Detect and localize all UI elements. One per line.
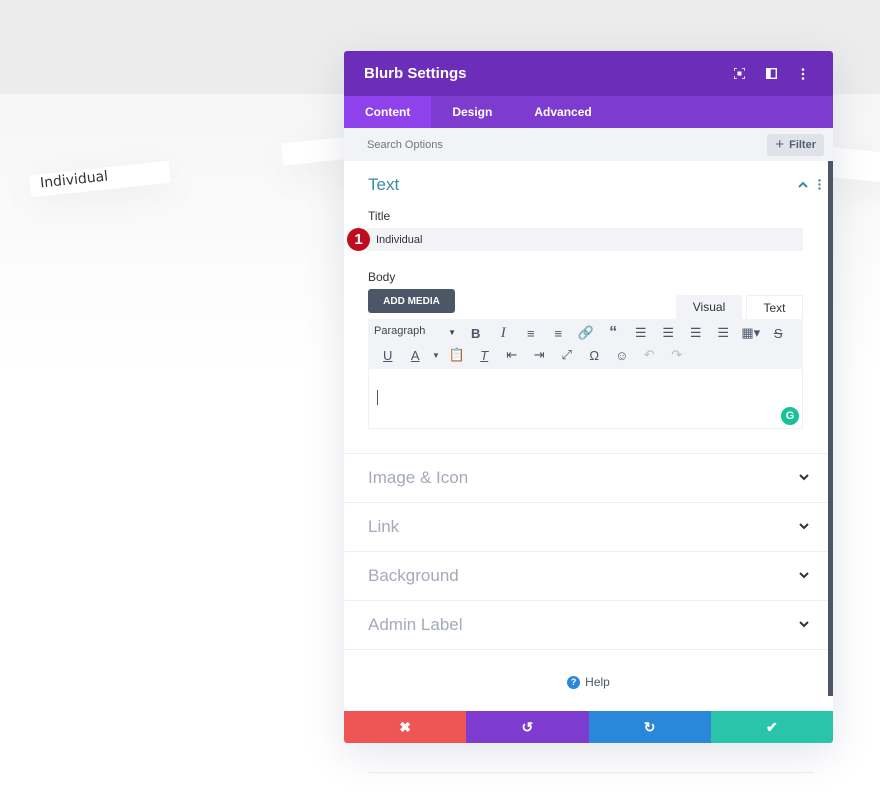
indent-icon[interactable]: ⇥ <box>526 347 554 363</box>
search-bar: + Filter <box>344 128 833 161</box>
italic-icon[interactable]: I <box>490 325 518 342</box>
title-field-label: Title <box>368 209 391 223</box>
special-character-icon[interactable]: Ω <box>581 348 609 363</box>
modal-header[interactable]: Blurb Settings <box>344 51 833 96</box>
numbered-list-icon[interactable]: ≡ <box>545 326 573 341</box>
redo-icon[interactable]: ↷ <box>663 347 691 363</box>
plus-icon: + <box>775 136 785 153</box>
close-icon: ✖ <box>399 718 411 735</box>
text-color-dropdown-icon[interactable]: ▼ <box>429 351 443 360</box>
editor-tab-text[interactable]: Text <box>746 295 803 319</box>
section-image-icon[interactable]: Image & Icon <box>344 454 833 503</box>
blockquote-icon[interactable]: “ <box>600 324 628 342</box>
editor-tab-visual[interactable]: Visual <box>676 295 742 319</box>
filter-button[interactable]: + Filter <box>767 133 824 156</box>
save-button[interactable]: ✔ <box>710 711 833 743</box>
help-link[interactable]: ? Help <box>344 650 833 714</box>
strikethrough-icon[interactable]: S <box>765 326 793 341</box>
text-color-icon[interactable]: A <box>402 348 430 363</box>
section-text: Text Title 1 Body ADD MEDIA Visual Text <box>344 161 833 454</box>
bold-icon[interactable]: B <box>462 326 490 341</box>
chevron-down-icon[interactable] <box>799 472 809 484</box>
settings-tabs: Content Design Advanced <box>344 96 833 128</box>
text-caret <box>377 390 378 405</box>
underline-icon[interactable]: U <box>374 348 402 363</box>
grammarly-icon[interactable]: G <box>781 407 799 425</box>
format-select[interactable]: Paragraph ▼ <box>374 325 462 341</box>
align-left-icon[interactable]: ☰ <box>627 325 655 341</box>
help-icon: ? <box>567 675 581 689</box>
expand-icon[interactable] <box>729 64 749 84</box>
section-text-header[interactable]: Text <box>368 175 821 195</box>
editor-top-row: ADD MEDIA Visual Text <box>368 289 803 319</box>
search-options-input[interactable] <box>367 138 768 151</box>
section-title: Admin Label <box>368 615 463 634</box>
body-editor[interactable]: G <box>368 369 803 429</box>
section-options-icon[interactable] <box>818 178 821 193</box>
section-background[interactable]: Background <box>344 552 833 601</box>
split-view-icon[interactable] <box>761 64 781 84</box>
outdent-icon[interactable]: ⇤ <box>498 347 526 363</box>
paste-text-icon[interactable]: 📋 <box>443 347 471 363</box>
tab-content[interactable]: Content <box>344 96 432 128</box>
checkmark-icon: ✔ <box>766 718 778 735</box>
step-badge: 1 <box>347 228 370 251</box>
fullscreen-icon[interactable]: ⤢ <box>553 347 581 363</box>
tab-design[interactable]: Design <box>431 96 513 128</box>
undo-button[interactable]: ↺ <box>466 711 589 743</box>
modal-footer: ✖ ↺ ↻ ✔ <box>344 711 833 743</box>
help-label: Help <box>585 675 610 689</box>
title-input[interactable] <box>368 228 803 251</box>
align-center-icon[interactable]: ☰ <box>655 325 683 341</box>
link-icon[interactable]: 🔗 <box>572 325 600 341</box>
undo-icon[interactable]: ↶ <box>636 347 664 363</box>
section-title: Link <box>368 517 400 536</box>
chevron-down-icon[interactable] <box>799 521 809 533</box>
editor-mode-tabs: Visual Text <box>676 295 803 319</box>
bullet-list-icon[interactable]: ≡ <box>517 326 545 341</box>
background-divider <box>368 772 814 773</box>
format-select-value: Paragraph <box>374 325 426 337</box>
body-field-label: Body <box>368 270 396 284</box>
blurb-settings-modal: Blurb Settings Content Design Advanced +… <box>344 51 833 743</box>
section-admin-label[interactable]: Admin Label <box>344 601 833 650</box>
redo-icon: ↻ <box>643 718 656 735</box>
toolbar-row: U A ▼ 📋 T ⇤ ⇥ ⤢ Ω ☺ ↶ ↷ <box>374 344 797 366</box>
more-options-icon[interactable] <box>793 64 813 84</box>
section-link[interactable]: Link <box>344 503 833 552</box>
clear-formatting-icon[interactable]: T <box>471 348 499 363</box>
modal-title: Blurb Settings <box>364 65 467 82</box>
dropdown-caret-icon: ▼ <box>448 328 456 337</box>
chevron-down-icon[interactable] <box>799 570 809 582</box>
chevron-up-icon[interactable] <box>798 179 808 191</box>
background-blurb-card <box>828 146 880 184</box>
editor-toolbar: Paragraph ▼ B I ≡ ≡ 🔗 “ ☰ ☰ ☰ ☰ ▦▾ S U A… <box>368 319 803 369</box>
chevron-down-icon[interactable] <box>799 619 809 631</box>
emoji-icon[interactable]: ☺ <box>608 348 636 363</box>
section-title: Text <box>368 175 400 194</box>
align-right-icon[interactable]: ☰ <box>682 325 710 341</box>
section-title: Background <box>368 566 459 585</box>
filter-label: Filter <box>789 138 816 151</box>
undo-icon: ↺ <box>521 718 534 735</box>
section-title: Image & Icon <box>368 468 469 487</box>
settings-content: Text Title 1 Body ADD MEDIA Visual Text <box>344 161 833 711</box>
tab-advanced[interactable]: Advanced <box>513 96 612 128</box>
scrollbar[interactable] <box>828 161 833 696</box>
redo-button[interactable]: ↻ <box>588 711 711 743</box>
toolbar-row: Paragraph ▼ B I ≡ ≡ 🔗 “ ☰ ☰ ☰ ☰ ▦▾ S <box>374 322 797 344</box>
add-media-button[interactable]: ADD MEDIA <box>368 289 455 313</box>
discard-button[interactable]: ✖ <box>344 711 467 743</box>
table-icon[interactable]: ▦▾ <box>737 325 765 341</box>
align-justify-icon[interactable]: ☰ <box>710 325 738 341</box>
title-field: 1 <box>347 228 809 251</box>
